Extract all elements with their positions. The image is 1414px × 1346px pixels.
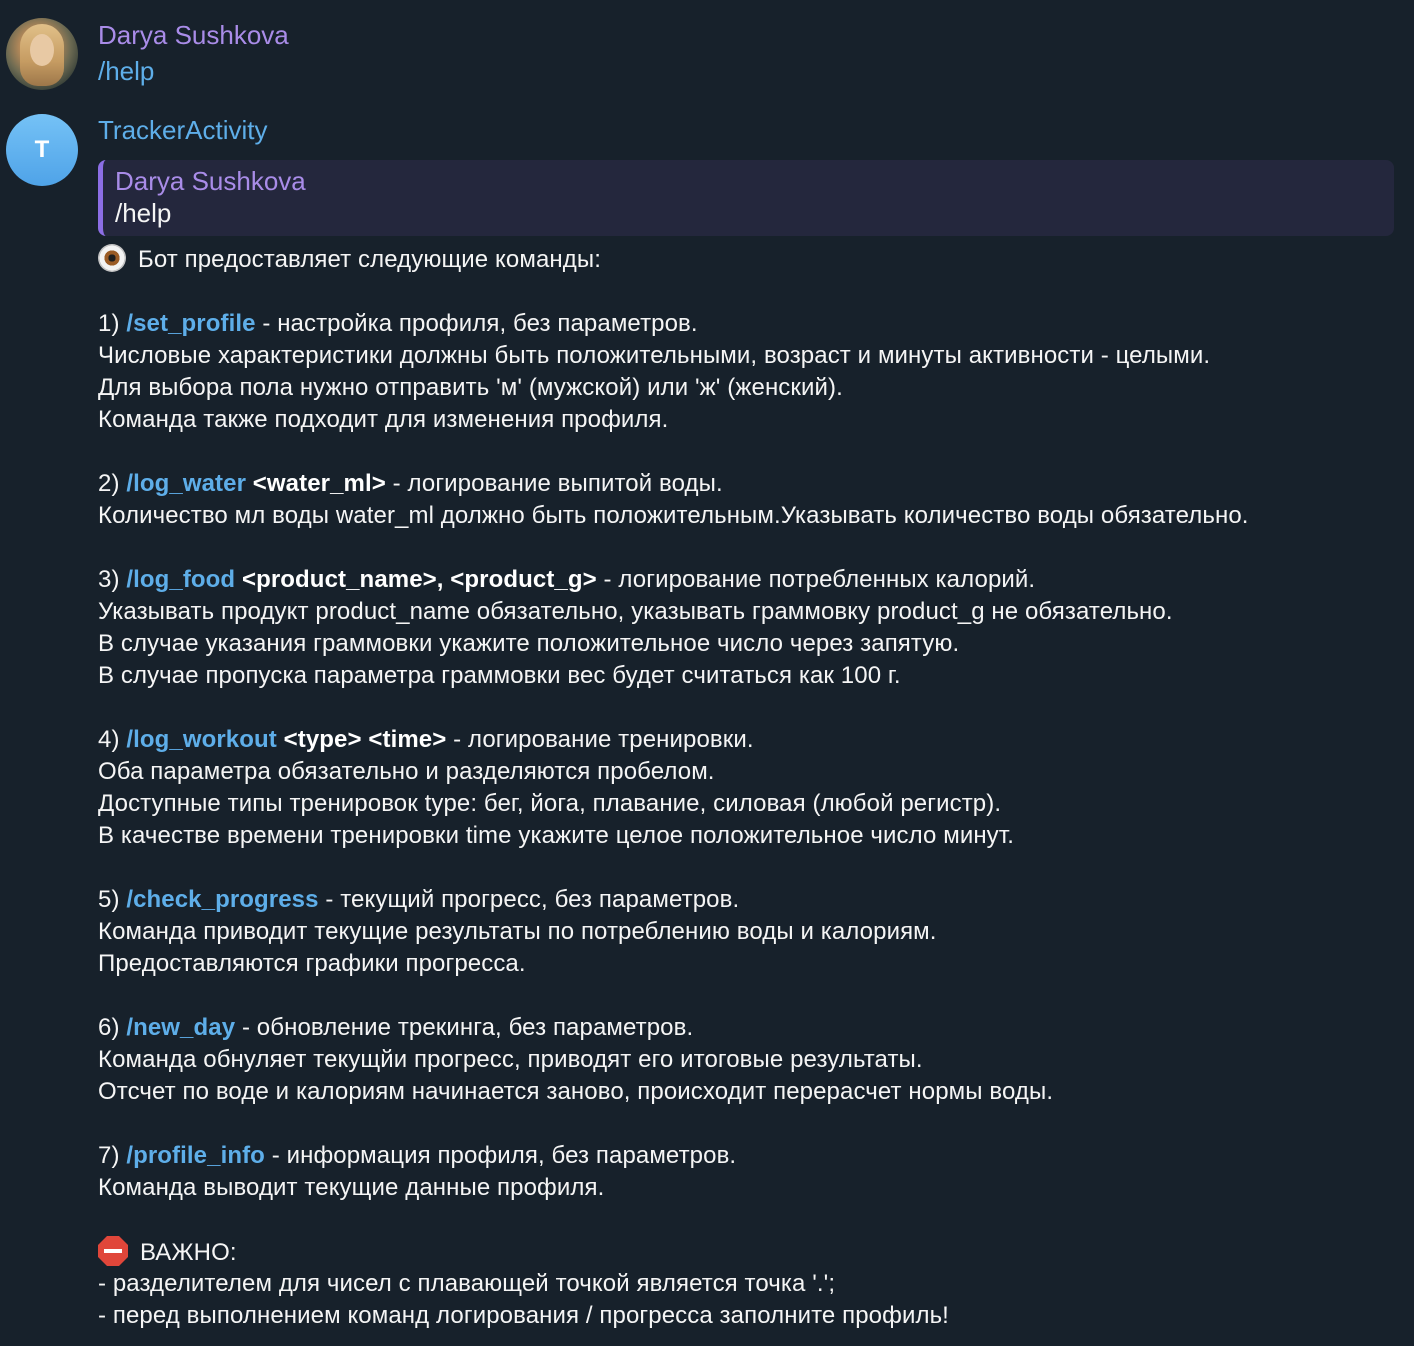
command-detail: Количество мл воды water_ml должно быть … xyxy=(98,502,1249,529)
command-number: 3) xyxy=(98,566,127,593)
eye-icon xyxy=(98,244,126,272)
log-workout-command-link[interactable]: /log_workout xyxy=(126,726,277,753)
important-heading: ВАЖНО: xyxy=(98,1236,1408,1268)
command-log-workout: 4) /log_workout <type> <time> - логирова… xyxy=(98,724,1408,756)
command-detail: Для выбора пола нужно отправить 'м' (муж… xyxy=(98,374,843,401)
command-detail: Указывать продукт product_name обязатель… xyxy=(98,598,1173,625)
avatar-face-shape xyxy=(30,34,54,66)
command-profile-info: 7) /profile_info - информация профиля, б… xyxy=(98,1140,1408,1172)
reply-quote-author: Darya Sushkova xyxy=(115,166,306,196)
new-day-command-link[interactable]: /new_day xyxy=(126,1014,235,1041)
command-detail: Оба параметра обязательно и разделяются … xyxy=(98,758,715,785)
user-message-text[interactable]: /help xyxy=(98,54,154,88)
command-description: - текущий прогресс, без параметров. xyxy=(318,886,740,913)
reply-quote-text: /help xyxy=(115,198,172,228)
check-progress-command-link[interactable]: /check_progress xyxy=(126,886,318,913)
command-number: 5) xyxy=(98,886,127,913)
command-detail: Числовые характеристики должны быть поло… xyxy=(98,342,1211,369)
command-detail: В случае указания граммовки укажите поло… xyxy=(98,630,960,657)
command-detail: В качестве времени тренировки time укажи… xyxy=(98,822,1014,849)
stop-sign-icon xyxy=(98,1236,128,1266)
set-profile-command-link[interactable]: /set_profile xyxy=(126,310,255,337)
command-number: 6) xyxy=(98,1014,127,1041)
command-params: <type> <time> xyxy=(276,726,447,753)
command-detail: Команда выводит текущие данные профиля. xyxy=(98,1174,605,1201)
command-detail: Команда обнуляет текущйи прогресс, приво… xyxy=(98,1046,923,1073)
profile-info-command-link[interactable]: /profile_info xyxy=(126,1142,265,1169)
command-params: <water_ml> xyxy=(246,470,386,497)
log-water-command-link[interactable]: /log_water xyxy=(126,470,246,497)
command-detail: В случае пропуска параметра граммовки ве… xyxy=(98,662,901,689)
command-params: <product_name>, <product_g> xyxy=(235,566,597,593)
command-number: 2) xyxy=(98,470,127,497)
bot-author-name[interactable]: TrackerActivity xyxy=(98,113,268,147)
command-description: - обновление трекинга, без параметров. xyxy=(235,1014,694,1041)
command-description: - логирование потребленных калорий. xyxy=(596,566,1036,593)
command-number: 4) xyxy=(98,726,127,753)
command-log-food: 3) /log_food <product_name>, <product_g>… xyxy=(98,564,1408,596)
reply-quote[interactable]: Darya Sushkova /help xyxy=(98,160,1394,236)
command-detail: Предоставляются графики прогресса. xyxy=(98,950,526,977)
command-detail: Команда приводит текущие результаты по п… xyxy=(98,918,937,945)
intro-line: Бот предоставляет следующие команды: xyxy=(98,244,1408,276)
command-number: 1) xyxy=(98,310,127,337)
bot-message-body: Бот предоставляет следующие команды: 1) … xyxy=(98,244,1408,1332)
user-author-name[interactable]: Darya Sushkova xyxy=(98,18,289,52)
command-detail: Команда также подходит для изменения про… xyxy=(98,406,669,433)
command-log-water: 2) /log_water <water_ml> - логирование в… xyxy=(98,468,1408,500)
bot-avatar[interactable]: T xyxy=(6,114,78,186)
command-description: - настройка профиля, без параметров. xyxy=(255,310,698,337)
important-title: ВАЖНО: xyxy=(140,1239,237,1266)
command-new-day: 6) /new_day - обновление трекинга, без п… xyxy=(98,1012,1408,1044)
command-description: - логирование тренировки. xyxy=(446,726,754,753)
command-number: 7) xyxy=(98,1142,127,1169)
important-note: - перед выполнением команд логирования /… xyxy=(98,1302,949,1329)
command-description: - информация профиля, без параметров. xyxy=(264,1142,737,1169)
command-detail: Отсчет по воде и калориям начинается зан… xyxy=(98,1078,1054,1105)
command-check-progress: 5) /check_progress - текущий прогресс, б… xyxy=(98,884,1408,916)
command-detail: Доступные типы тренировок type: бег, йог… xyxy=(98,790,1002,817)
important-note: - разделителем для чисел с плавающей точ… xyxy=(98,1270,836,1297)
user-avatar[interactable] xyxy=(6,18,78,90)
log-food-command-link[interactable]: /log_food xyxy=(126,566,235,593)
intro-text: Бот предоставляет следующие команды: xyxy=(138,246,601,273)
command-description: - логирование выпитой воды. xyxy=(385,470,723,497)
command-set-profile: 1) /set_profile - настройка профиля, без… xyxy=(98,308,1408,340)
